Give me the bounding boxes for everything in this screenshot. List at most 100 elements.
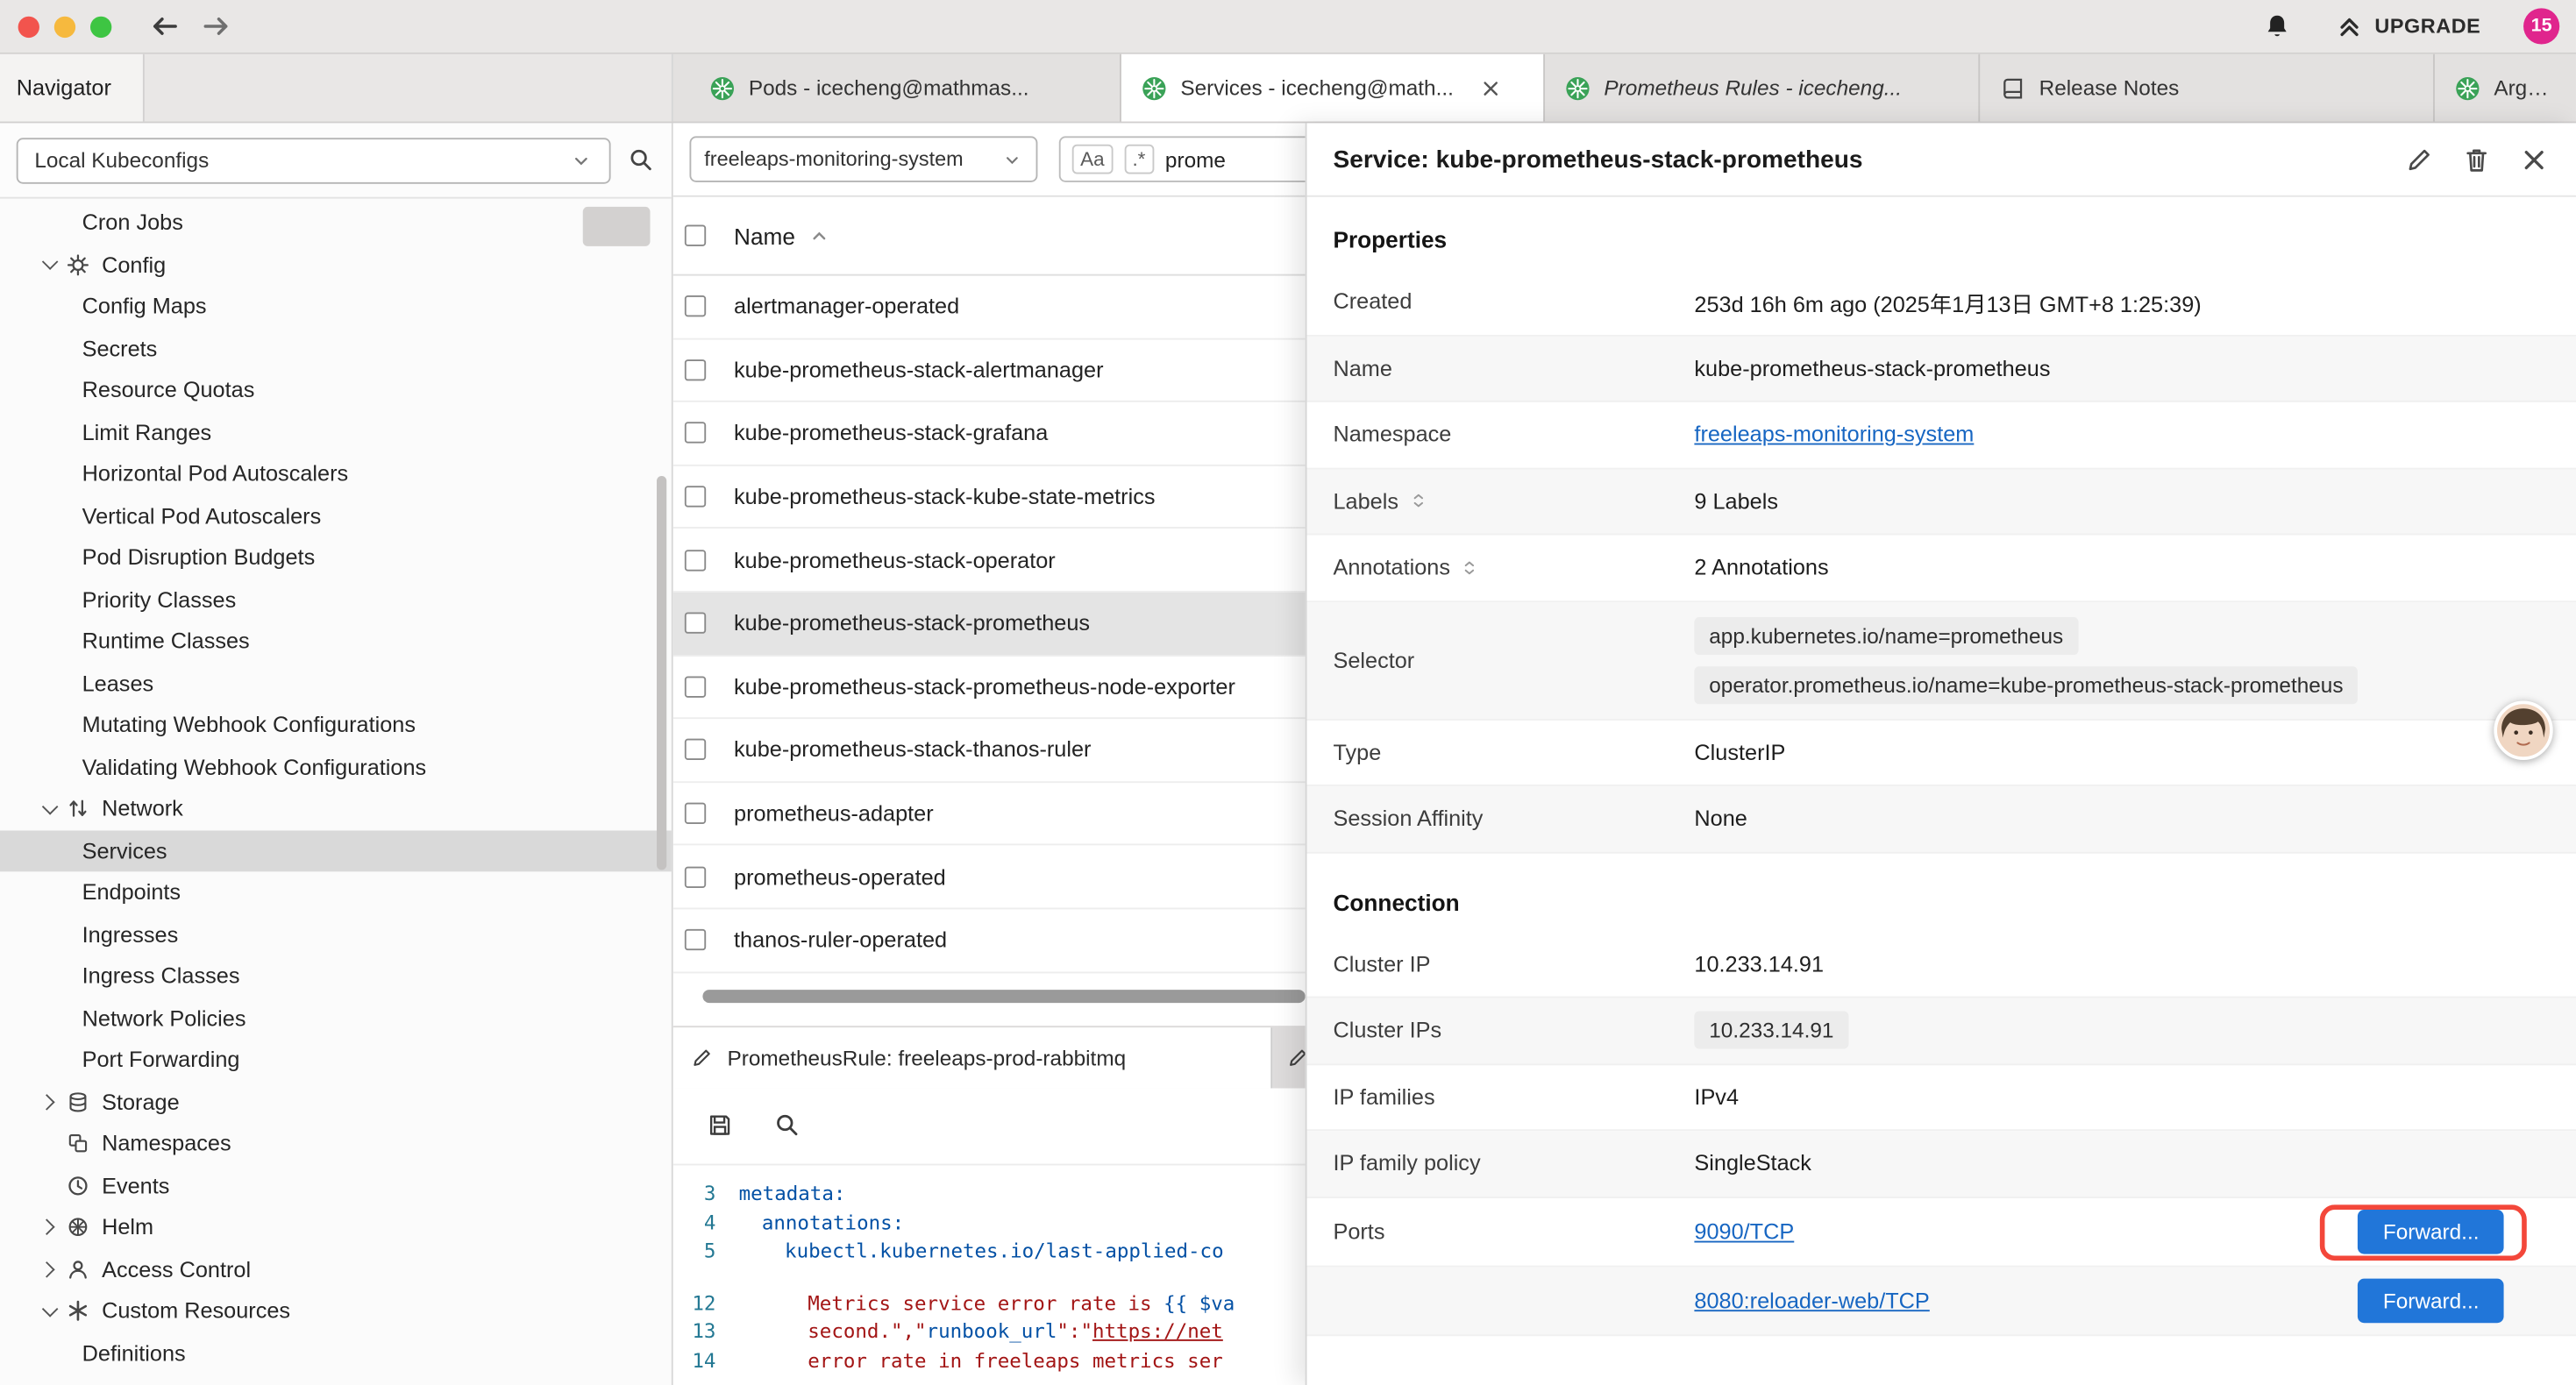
connection-row-ip-family-policy: IP family policy SingleStack: [1307, 1131, 2576, 1197]
properties-heading: Properties: [1307, 197, 2576, 269]
sidebar-item-access-control[interactable]: Access Control: [0, 1248, 672, 1290]
namespace-link[interactable]: freeleaps-monitoring-system: [1694, 423, 1974, 447]
avatar[interactable]: [2494, 701, 2552, 760]
table-row[interactable]: kube-prometheus-stack-kube-state-metrics: [673, 465, 1306, 529]
port-link[interactable]: 9090/TCP: [1694, 1218, 1794, 1243]
table-row[interactable]: prometheus-operated: [673, 846, 1306, 909]
row-checkbox[interactable]: [685, 359, 706, 380]
sidebar-item-network-policies[interactable]: Network Policies: [0, 998, 672, 1040]
match-case-toggle[interactable]: Aa: [1072, 145, 1113, 174]
sidebar-item-ingress-classes[interactable]: Ingress Classes: [0, 955, 672, 998]
sort-ascending-icon[interactable]: [808, 224, 831, 247]
sidebar-item-runtime-classes[interactable]: Runtime Classes: [0, 621, 672, 663]
regex-toggle[interactable]: .*: [1124, 145, 1154, 174]
sidebar-item-endpoints[interactable]: Endpoints: [0, 871, 672, 913]
edit-pencil-icon[interactable]: [2403, 144, 2435, 175]
sidebar-item-validating-webhook-configurations[interactable]: Validating Webhook Configurations: [0, 746, 672, 788]
close-icon[interactable]: [2518, 144, 2550, 175]
row-checkbox[interactable]: [685, 676, 706, 697]
upgrade-button[interactable]: UPGRADE: [2335, 11, 2480, 41]
namespace-filter-select[interactable]: freeleaps-monitoring-system: [689, 136, 1037, 181]
list-search-input[interactable]: Aa .* prome: [1059, 136, 1306, 181]
expand-collapse-icon[interactable]: [1408, 491, 1427, 510]
row-checkbox[interactable]: [685, 803, 706, 824]
editor-tab-prometheusrule[interactable]: PrometheusRule: freeleaps-prod-rabbitmq: [673, 1026, 1272, 1087]
sidebar-item-ingresses[interactable]: Ingresses: [0, 913, 672, 955]
row-checkbox[interactable]: [685, 550, 706, 571]
maximize-window-button[interactable]: [90, 16, 111, 37]
kubeconfig-select[interactable]: Local Kubeconfigs: [17, 137, 611, 182]
line-number: 13: [673, 1320, 739, 1343]
row-checkbox[interactable]: [685, 296, 706, 317]
table-row[interactable]: kube-prometheus-stack-alertmanager: [673, 339, 1306, 402]
close-tab-icon[interactable]: [1480, 76, 1503, 99]
tab-prometheus-rules[interactable]: Prometheus Rules - icecheng...: [1545, 54, 1980, 122]
sidebar-item-config[interactable]: Config: [0, 244, 672, 286]
save-icon[interactable]: [706, 1112, 734, 1140]
notification-count-badge[interactable]: 15: [2523, 8, 2559, 44]
table-row[interactable]: thanos-ruler-operated: [673, 909, 1306, 972]
namespace-filter-value: freeleaps-monitoring-system: [704, 148, 963, 171]
sidebar-item-services[interactable]: Services: [0, 830, 672, 872]
sidebar-item-port-forwarding[interactable]: Port Forwarding: [0, 1039, 672, 1081]
editor-tab-next[interactable]: [1272, 1026, 1305, 1087]
forward-icon[interactable]: [200, 10, 232, 42]
search-icon[interactable]: [773, 1112, 801, 1140]
sidebar-item-mutating-webhook-configurations[interactable]: Mutating Webhook Configurations: [0, 704, 672, 746]
table-row[interactable]: kube-prometheus-stack-prometheus-node-ex…: [673, 656, 1306, 719]
tab-strip: Navigator Pods - icecheng@mathmas... Ser…: [0, 54, 2576, 124]
row-checkbox[interactable]: [685, 929, 706, 950]
column-header-name[interactable]: Name: [734, 223, 795, 249]
sidebar-item-limit-ranges[interactable]: Limit Ranges: [0, 411, 672, 453]
tab-argo[interactable]: Argo S: [2435, 54, 2576, 122]
sidebar-item-storage[interactable]: Storage: [0, 1081, 672, 1123]
table-row[interactable]: prometheus-adapter: [673, 783, 1306, 846]
sidebar-item-secrets[interactable]: Secrets: [0, 328, 672, 370]
table-row[interactable]: kube-prometheus-stack-thanos-ruler: [673, 719, 1306, 782]
property-row-type: Type ClusterIP: [1307, 720, 2576, 786]
table-row-selected[interactable]: kube-prometheus-stack-prometheus: [673, 593, 1306, 656]
sidebar-item-definitions[interactable]: Definitions: [0, 1332, 672, 1374]
sidebar-item-namespaces[interactable]: Namespaces: [0, 1123, 672, 1165]
tab-pods[interactable]: Pods - icecheng@mathmas...: [689, 54, 1121, 122]
minimize-window-button[interactable]: [54, 16, 75, 37]
sidebar-item-resource-quotas[interactable]: Resource Quotas: [0, 369, 672, 411]
sidebar-item-leases[interactable]: Leases: [0, 663, 672, 705]
sidebar-item-config-maps[interactable]: Config Maps: [0, 286, 672, 328]
navigator-panel-tab[interactable]: Navigator: [0, 54, 145, 122]
network-arrows-icon: [66, 797, 90, 821]
sidebar-item-priority-classes[interactable]: Priority Classes: [0, 579, 672, 621]
horizontal-scrollbar[interactable]: [702, 989, 1305, 1002]
row-checkbox[interactable]: [685, 423, 706, 444]
row-checkbox[interactable]: [685, 613, 706, 634]
sidebar-item-vertical-pod-autoscalers[interactable]: Vertical Pod Autoscalers: [0, 495, 672, 537]
forward-port-button[interactable]: Forward...: [2359, 1209, 2504, 1254]
table-row[interactable]: kube-prometheus-stack-operator: [673, 529, 1306, 593]
back-icon[interactable]: [148, 10, 181, 42]
table-row[interactable]: kube-prometheus-stack-grafana: [673, 402, 1306, 465]
yaml-editor[interactable]: 3 metadata: 4 annotations: 5 kubectl.kub…: [673, 1165, 1306, 1375]
expand-collapse-icon[interactable]: [1460, 558, 1479, 577]
sidebar-scrollbar[interactable]: [657, 476, 666, 870]
close-window-button[interactable]: [18, 16, 39, 37]
sidebar-item-events[interactable]: Events: [0, 1165, 672, 1207]
row-checkbox[interactable]: [685, 739, 706, 760]
tab-services[interactable]: Services - icecheng@math...: [1121, 54, 1545, 122]
search-icon[interactable]: [627, 146, 655, 174]
port-link[interactable]: 8080:reloader-web/TCP: [1694, 1288, 1929, 1312]
sidebar-item-pod-disruption-budgets[interactable]: Pod Disruption Budgets: [0, 536, 672, 579]
notifications-bell-icon[interactable]: [2263, 11, 2293, 41]
delete-trash-icon[interactable]: [2461, 144, 2493, 175]
tab-release-notes[interactable]: Release Notes: [1980, 54, 2435, 122]
table-row[interactable]: alertmanager-operated: [673, 276, 1306, 339]
sidebar-item-horizontal-pod-autoscalers[interactable]: Horizontal Pod Autoscalers: [0, 453, 672, 495]
forward-port-button[interactable]: Forward...: [2359, 1278, 2504, 1323]
code-line: 5 kubectl.kubernetes.io/last-applied-co: [673, 1237, 1306, 1266]
row-checkbox[interactable]: [685, 866, 706, 887]
sidebar-item-helm[interactable]: Helm: [0, 1206, 672, 1248]
select-all-checkbox[interactable]: [685, 225, 706, 246]
sidebar-item-network[interactable]: Network: [0, 788, 672, 830]
sidebar-item-cron-jobs[interactable]: Cron Jobs: [0, 202, 672, 244]
row-checkbox[interactable]: [685, 486, 706, 507]
sidebar-item-custom-resources[interactable]: Custom Resources: [0, 1290, 672, 1332]
